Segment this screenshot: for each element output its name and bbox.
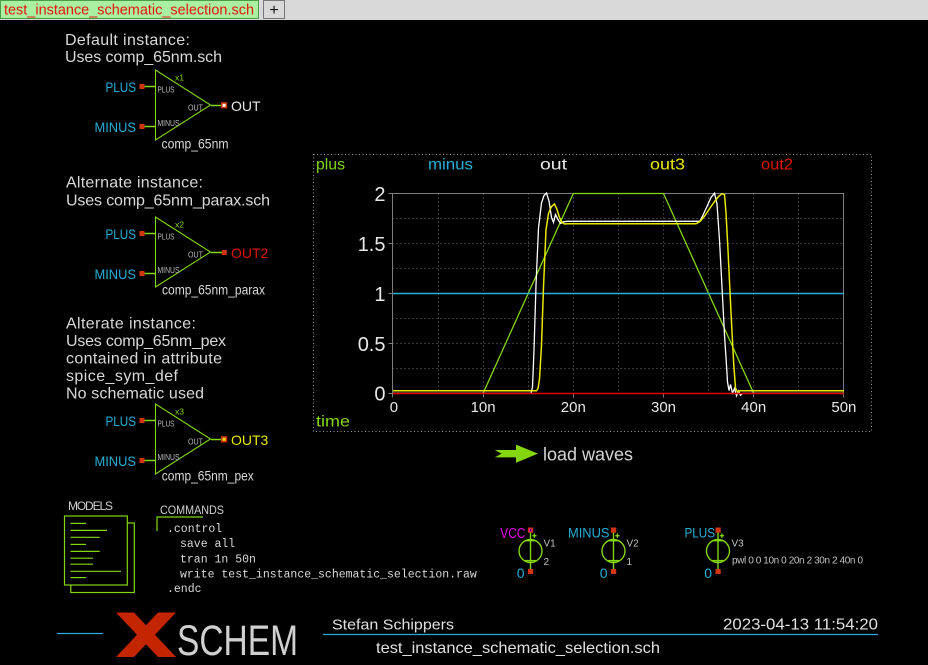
svg-text:0: 0: [600, 565, 608, 581]
svg-text:+: +: [269, 2, 278, 19]
svg-text:SCHEM: SCHEM: [177, 617, 298, 665]
svg-text:MINUS: MINUS: [158, 265, 180, 275]
svg-text:PLUS: PLUS: [158, 232, 175, 242]
svg-text:2: 2: [544, 557, 550, 568]
svg-text:0: 0: [517, 565, 525, 581]
svg-text:test_instance_schematic_select: test_instance_schematic_selection.sch: [4, 2, 254, 19]
svg-text:MINUS: MINUS: [158, 118, 180, 128]
svg-text:pwl 0 0 10n 0 20n 2 30n 2 40n: pwl 0 0 10n 0 20n 2 30n 2 40n 0: [732, 556, 863, 567]
svg-text:20n: 20n: [561, 399, 586, 416]
svg-text:Default instance:: Default instance:: [65, 32, 190, 49]
svg-text:out3: out3: [650, 157, 685, 174]
svg-text:load waves: load waves: [543, 445, 633, 465]
svg-text:PLUS: PLUS: [106, 413, 137, 429]
svg-text:V2: V2: [627, 539, 640, 550]
svg-text:PLUS: PLUS: [158, 85, 175, 95]
svg-text:comp_65nm: comp_65nm: [162, 136, 229, 152]
svg-text:10n: 10n: [471, 399, 496, 416]
svg-text:x1: x1: [175, 73, 184, 83]
svg-text:time: time: [316, 414, 350, 431]
svg-text:MODELS: MODELS: [68, 499, 113, 513]
svg-text:comp_65nm_pex: comp_65nm_pex: [162, 468, 254, 484]
svg-text:OUT: OUT: [188, 250, 203, 260]
svg-text:OUT: OUT: [231, 98, 261, 114]
svg-text:MINUS: MINUS: [95, 453, 137, 469]
svg-text:write test_instance_schematic_: write test_instance_schematic_selection.…: [180, 569, 477, 582]
svg-text:VCC: VCC: [500, 525, 525, 542]
svg-text:.endc: .endc: [167, 583, 202, 596]
svg-text:out: out: [540, 157, 568, 174]
svg-text:2023-04-13 11:54:20: 2023-04-13 11:54:20: [723, 617, 878, 634]
svg-text:contained in attribute: contained in attribute: [66, 351, 222, 368]
svg-text:0.5: 0.5: [358, 334, 386, 356]
svg-text:x3: x3: [175, 407, 184, 417]
svg-text:MINUS: MINUS: [158, 452, 180, 462]
svg-text:OUT: OUT: [188, 437, 203, 447]
svg-text:out2: out2: [761, 157, 793, 174]
svg-text:OUT2: OUT2: [231, 245, 269, 261]
svg-text:No schematic used: No schematic used: [66, 386, 204, 403]
svg-text:COMMANDS: COMMANDS: [160, 503, 224, 517]
svg-text:Uses comp_65nm.sch: Uses comp_65nm.sch: [65, 49, 222, 66]
svg-text:30n: 30n: [651, 399, 676, 416]
svg-text:Uses comp_65nm_pex: Uses comp_65nm_pex: [66, 333, 226, 350]
svg-text:.control: .control: [167, 523, 222, 536]
svg-text:PLUS: PLUS: [158, 419, 175, 429]
svg-text:V3: V3: [732, 539, 745, 550]
svg-text:OUT3: OUT3: [231, 432, 269, 448]
svg-text:Stefan Schippers: Stefan Schippers: [332, 618, 454, 634]
svg-text:save all: save all: [180, 538, 235, 551]
svg-text:comp_65nm_parax: comp_65nm_parax: [162, 282, 265, 298]
svg-text:V1: V1: [544, 539, 557, 550]
svg-text:2: 2: [374, 184, 385, 206]
svg-text:PLUS: PLUS: [106, 226, 137, 242]
svg-text:PLUS: PLUS: [685, 525, 716, 541]
svg-text:plus: plus: [316, 157, 345, 174]
svg-text:50n: 50n: [831, 399, 856, 416]
svg-text:PLUS: PLUS: [106, 79, 137, 95]
svg-text:MINUS: MINUS: [95, 119, 137, 135]
svg-text:minus: minus: [428, 157, 473, 174]
svg-text:0: 0: [390, 399, 398, 416]
svg-text:tran 1n 50n: tran 1n 50n: [180, 554, 256, 567]
svg-text:Alternate instance:: Alternate instance:: [66, 175, 203, 192]
svg-text:Alterate instance:: Alterate instance:: [66, 316, 196, 333]
svg-text:1: 1: [627, 557, 633, 568]
svg-text:x2: x2: [175, 220, 184, 230]
svg-text:OUT: OUT: [188, 103, 203, 113]
svg-text:40n: 40n: [741, 399, 766, 416]
svg-text:1: 1: [374, 284, 385, 306]
svg-text:MINUS: MINUS: [95, 266, 137, 282]
svg-text:MINUS: MINUS: [568, 525, 610, 541]
svg-text:0: 0: [374, 384, 385, 406]
svg-text:0: 0: [704, 565, 712, 581]
svg-text:Uses comp_65nm_parax.sch: Uses comp_65nm_parax.sch: [66, 193, 270, 210]
svg-text:spice_sym_def: spice_sym_def: [66, 368, 179, 385]
svg-text:test_instance_schematic_select: test_instance_schematic_selection.sch: [376, 640, 660, 657]
svg-text:1.5: 1.5: [358, 234, 386, 256]
